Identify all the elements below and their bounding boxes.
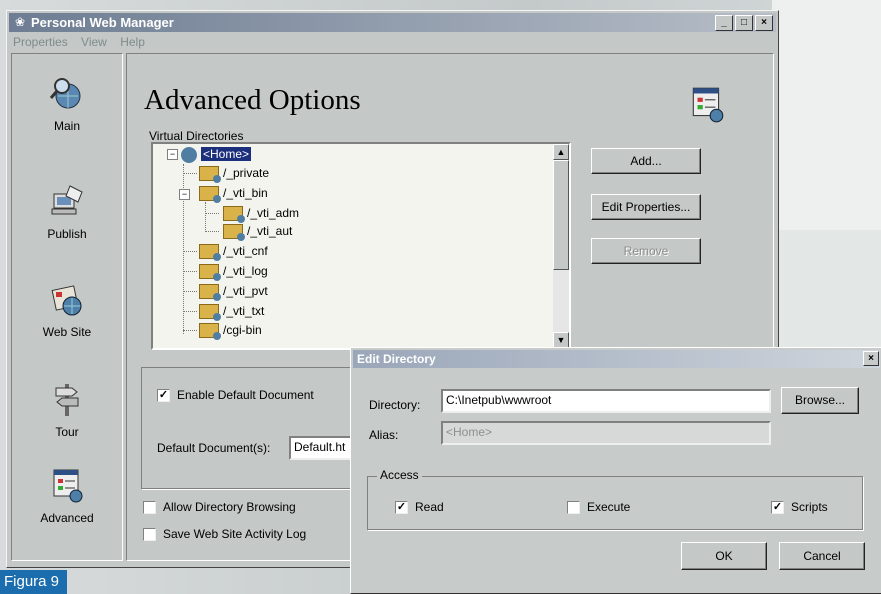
tree-line [183,291,197,292]
dialog-title: Edit Directory [353,350,880,368]
web-site-icon [51,285,82,316]
tree-item[interactable]: /_vti_bin [199,184,268,204]
save-activity-log-row[interactable]: Save Web Site Activity Log [143,527,306,542]
cancel-button[interactable]: Cancel [779,542,865,570]
default-documents-input[interactable]: Default.ht [289,436,358,460]
close-button[interactable]: × [755,15,773,31]
enable-default-document-checkbox[interactable]: ✓ [157,389,170,403]
tree-item[interactable]: /_vti_pvt [199,282,268,302]
nav-label: Web Site [42,325,92,339]
nav-tour[interactable]: Tour [12,380,122,439]
navigation-bar: Main Publish Web Site Tour Advanced [11,53,123,561]
maximize-button[interactable]: □ [735,15,753,31]
dialog-close-button[interactable]: × [863,351,879,366]
tree-line [205,231,219,232]
window-title: Personal Web Manager [31,15,174,30]
allow-directory-browsing-row[interactable]: Allow Directory Browsing [143,500,296,515]
nav-label: Main [53,119,80,133]
read-row[interactable]: ✓ Read [395,500,444,515]
folder-icon [199,264,221,282]
access-label: Access [377,468,422,482]
tree-collapse-toggle[interactable]: − [167,149,178,160]
folder-icon [223,224,245,242]
figure-caption: Figura 9 [0,570,67,594]
nav-label: Publish [47,227,87,241]
ok-button[interactable]: OK [681,542,767,570]
edit-properties-button[interactable]: Edit Properties... [591,194,701,220]
nav-label: Tour [55,425,79,439]
tree-line [205,213,219,214]
execute-row[interactable]: Execute [567,500,630,515]
tree-line [205,202,206,230]
folder-icon [199,284,221,302]
background-paper-lower [772,230,881,350]
scripts-checkbox[interactable]: ✓ [771,501,784,515]
read-checkbox[interactable]: ✓ [395,501,408,515]
folder-icon [223,206,245,224]
tree-line [183,251,197,252]
tree-collapse-toggle[interactable]: − [179,189,190,200]
folder-icon [199,186,221,204]
scripts-row[interactable]: ✓ Scripts [771,500,828,515]
menu-help[interactable]: Help [120,33,145,51]
magnifier-globe-icon [49,78,81,109]
tree-line [183,173,197,174]
browse-button[interactable]: Browse... [781,387,859,414]
nav-advanced[interactable]: Advanced [12,466,122,525]
tree-item-home[interactable]: <Home> [181,145,252,163]
tree-line [183,311,197,312]
menu-view[interactable]: View [81,33,107,51]
tree-item[interactable]: /_vti_aut [223,222,292,242]
save-activity-log-checkbox[interactable] [143,528,156,542]
tour-signpost-icon [55,384,79,416]
tree-item[interactable]: /_vti_cnf [199,242,268,262]
alias-input[interactable]: <Home> [441,421,771,445]
nav-label: Advanced [40,511,94,525]
edit-directory-dialog: Edit Directory × Directory: C:\Inetpub\w… [350,347,881,594]
menu-properties[interactable]: Properties [13,33,68,51]
title-bar: ❀ Personal Web Manager _ □ × [9,13,776,32]
tree-item[interactable]: /_private [199,164,269,184]
alias-label: Alias: [369,428,399,442]
tree-line [183,271,197,272]
directory-label: Directory: [369,398,421,412]
virtual-directories-tree[interactable]: − <Home> /_private − /_vti_bin /_vti_adm… [151,142,571,350]
default-documents-label: Default Document(s): [157,441,271,455]
scroll-down-button[interactable]: ▼ [553,332,569,348]
allow-directory-browsing-checkbox[interactable] [143,501,156,515]
tree-scrollbar[interactable]: ▲ ▼ [553,144,569,348]
nav-web-site[interactable]: Web Site [12,280,122,339]
app-icon: ❀ [14,15,26,29]
publish-icon [51,185,83,215]
folder-icon [199,244,221,262]
advanced-options-icon [692,87,724,123]
folder-icon [199,304,221,322]
window-controls: _ □ × [715,15,773,31]
virtual-directories-label: Virtual Directories [149,129,244,143]
scroll-up-button[interactable]: ▲ [553,144,569,160]
execute-checkbox[interactable] [567,501,580,515]
nav-main[interactable]: Main [12,74,122,133]
tree-item[interactable]: /_vti_txt [199,302,264,322]
menu-bar: Properties View Help [9,33,776,51]
add-button[interactable]: Add... [591,148,701,174]
nav-publish[interactable]: Publish [12,182,122,241]
minimize-button[interactable]: _ [715,15,733,31]
tree-item[interactable]: /cgi-bin [199,321,262,341]
folder-icon [199,166,221,184]
tree-item[interactable]: /_vti_adm [223,204,299,224]
scroll-thumb[interactable] [553,160,569,270]
folder-icon [199,323,221,341]
advanced-options-icon [53,469,83,503]
tree-line [183,330,197,331]
tree-item[interactable]: /_vti_log [199,262,268,282]
directory-input[interactable]: C:\Inetpub\wwwroot [441,389,771,413]
remove-button[interactable]: Remove [591,238,701,264]
home-globe-icon [181,146,197,163]
page-title: Advanced Options [144,84,361,116]
enable-default-document-row[interactable]: ✓ Enable Default Document [157,388,314,403]
background-paper [772,0,881,230]
